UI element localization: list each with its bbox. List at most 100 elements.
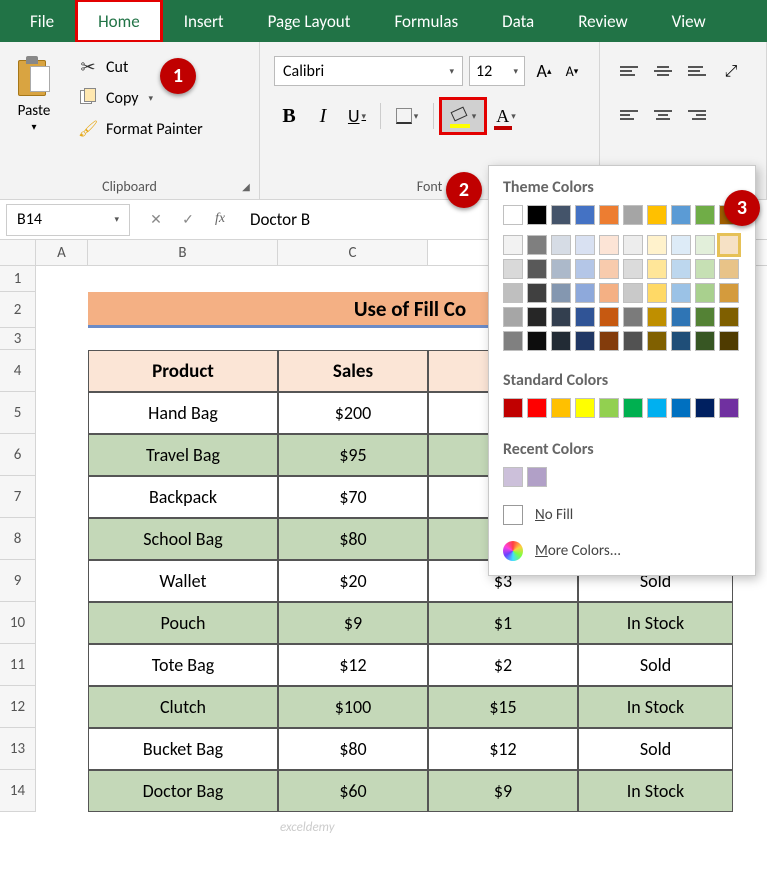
color-swatch[interactable] bbox=[551, 398, 571, 418]
clipboard-dialog-launcher[interactable]: ◢ bbox=[239, 179, 253, 193]
row-header-8[interactable]: 8 bbox=[0, 518, 36, 560]
row-header-10[interactable]: 10 bbox=[0, 602, 36, 644]
color-swatch[interactable] bbox=[647, 398, 667, 418]
format-painter-button[interactable]: 🖌Format Painter bbox=[72, 117, 209, 141]
cell-product[interactable]: Pouch bbox=[88, 602, 278, 644]
color-swatch[interactable] bbox=[671, 307, 691, 327]
color-swatch[interactable] bbox=[599, 235, 619, 255]
color-swatch[interactable] bbox=[623, 259, 643, 279]
paste-button[interactable]: Paste ▾ bbox=[4, 50, 64, 171]
color-swatch[interactable] bbox=[719, 235, 739, 255]
color-swatch[interactable] bbox=[599, 205, 619, 225]
col-header-a[interactable]: A bbox=[36, 240, 88, 265]
color-swatch[interactable] bbox=[503, 307, 523, 327]
color-swatch[interactable] bbox=[551, 205, 571, 225]
cell-sales[interactable]: $12 bbox=[278, 644, 428, 686]
cell-product[interactable]: Bucket Bag bbox=[88, 728, 278, 770]
tab-page-layout[interactable]: Page Layout bbox=[246, 0, 373, 42]
color-swatch[interactable] bbox=[695, 235, 715, 255]
cell-e[interactable]: In Stock bbox=[578, 770, 733, 812]
color-swatch[interactable] bbox=[719, 283, 739, 303]
cell-product[interactable]: Hand Bag bbox=[88, 392, 278, 434]
header-product[interactable]: Product bbox=[88, 350, 278, 392]
color-swatch[interactable] bbox=[575, 283, 595, 303]
color-swatch[interactable] bbox=[527, 398, 547, 418]
row-header-13[interactable]: 13 bbox=[0, 728, 36, 770]
row-header-2[interactable]: 2 bbox=[0, 292, 36, 328]
color-swatch[interactable] bbox=[719, 259, 739, 279]
color-swatch[interactable] bbox=[575, 205, 595, 225]
color-swatch[interactable] bbox=[623, 283, 643, 303]
bold-button[interactable]: B bbox=[274, 100, 304, 132]
fill-color-button[interactable]: ▾ bbox=[442, 100, 484, 132]
color-swatch[interactable] bbox=[671, 259, 691, 279]
color-swatch[interactable] bbox=[623, 307, 643, 327]
cell-e[interactable]: Sold bbox=[578, 644, 733, 686]
row-header-9[interactable]: 9 bbox=[0, 560, 36, 602]
align-top-button[interactable] bbox=[614, 56, 644, 86]
cell-d[interactable]: $15 bbox=[428, 686, 578, 728]
color-swatch[interactable] bbox=[599, 283, 619, 303]
color-swatch[interactable] bbox=[647, 307, 667, 327]
color-swatch[interactable] bbox=[647, 235, 667, 255]
tab-review[interactable]: Review bbox=[556, 0, 649, 42]
color-swatch[interactable] bbox=[575, 235, 595, 255]
cancel-edit-button[interactable]: ✕ bbox=[140, 211, 172, 228]
color-swatch[interactable] bbox=[695, 398, 715, 418]
cell-sales[interactable]: $95 bbox=[278, 434, 428, 476]
row-header-5[interactable]: 5 bbox=[0, 392, 36, 434]
color-swatch[interactable] bbox=[575, 307, 595, 327]
color-swatch[interactable] bbox=[527, 235, 547, 255]
align-bottom-button[interactable] bbox=[682, 56, 712, 86]
color-swatch[interactable] bbox=[503, 283, 523, 303]
color-swatch[interactable] bbox=[551, 283, 571, 303]
tab-file[interactable]: File bbox=[8, 0, 76, 42]
no-fill-button[interactable]: No Fill bbox=[489, 497, 755, 533]
font-size-select[interactable]: 12▾ bbox=[469, 56, 525, 86]
color-swatch[interactable] bbox=[527, 307, 547, 327]
cell-product[interactable]: Doctor Bag bbox=[88, 770, 278, 812]
italic-button[interactable]: I bbox=[308, 100, 338, 132]
color-swatch[interactable] bbox=[599, 307, 619, 327]
align-middle-button[interactable] bbox=[648, 56, 678, 86]
color-swatch[interactable] bbox=[623, 398, 643, 418]
color-swatch[interactable] bbox=[527, 331, 547, 351]
copy-dropdown-arrow[interactable]: ▾ bbox=[149, 93, 154, 104]
cell-sales[interactable]: $80 bbox=[278, 728, 428, 770]
row-header-7[interactable]: 7 bbox=[0, 476, 36, 518]
color-swatch[interactable] bbox=[527, 259, 547, 279]
align-left-button[interactable] bbox=[614, 100, 644, 130]
cell-e[interactable]: Sold bbox=[578, 728, 733, 770]
color-swatch[interactable] bbox=[527, 467, 547, 487]
tab-home[interactable]: Home bbox=[76, 0, 162, 42]
tab-formulas[interactable]: Formulas bbox=[372, 0, 480, 42]
cell-e[interactable]: In Stock bbox=[578, 686, 733, 728]
insert-function-button[interactable]: fx bbox=[204, 211, 236, 228]
font-name-select[interactable]: Calibri▾ bbox=[274, 56, 463, 86]
row-header-11[interactable]: 11 bbox=[0, 644, 36, 686]
color-swatch[interactable] bbox=[575, 259, 595, 279]
cell-d[interactable]: $2 bbox=[428, 644, 578, 686]
cell-d[interactable]: $1 bbox=[428, 602, 578, 644]
cell-sales[interactable]: $60 bbox=[278, 770, 428, 812]
header-sales[interactable]: Sales bbox=[278, 350, 428, 392]
color-swatch[interactable] bbox=[599, 259, 619, 279]
row-header-6[interactable]: 6 bbox=[0, 434, 36, 476]
paste-dropdown-arrow[interactable]: ▾ bbox=[4, 120, 64, 133]
borders-button[interactable]: ▾ bbox=[389, 100, 425, 132]
col-header-b[interactable]: B bbox=[88, 240, 278, 265]
color-swatch[interactable] bbox=[551, 235, 571, 255]
tab-data[interactable]: Data bbox=[480, 0, 556, 42]
align-center-button[interactable] bbox=[648, 100, 678, 130]
color-swatch[interactable] bbox=[719, 331, 739, 351]
align-right-button[interactable] bbox=[682, 100, 712, 130]
color-swatch[interactable] bbox=[671, 235, 691, 255]
color-swatch[interactable] bbox=[575, 331, 595, 351]
color-swatch[interactable] bbox=[551, 307, 571, 327]
color-swatch[interactable] bbox=[527, 283, 547, 303]
row-header-14[interactable]: 14 bbox=[0, 770, 36, 812]
underline-button[interactable]: U▾ bbox=[342, 100, 372, 132]
color-swatch[interactable] bbox=[671, 205, 691, 225]
row-header-4[interactable]: 4 bbox=[0, 350, 36, 392]
row-header-1[interactable]: 1 bbox=[0, 266, 36, 292]
